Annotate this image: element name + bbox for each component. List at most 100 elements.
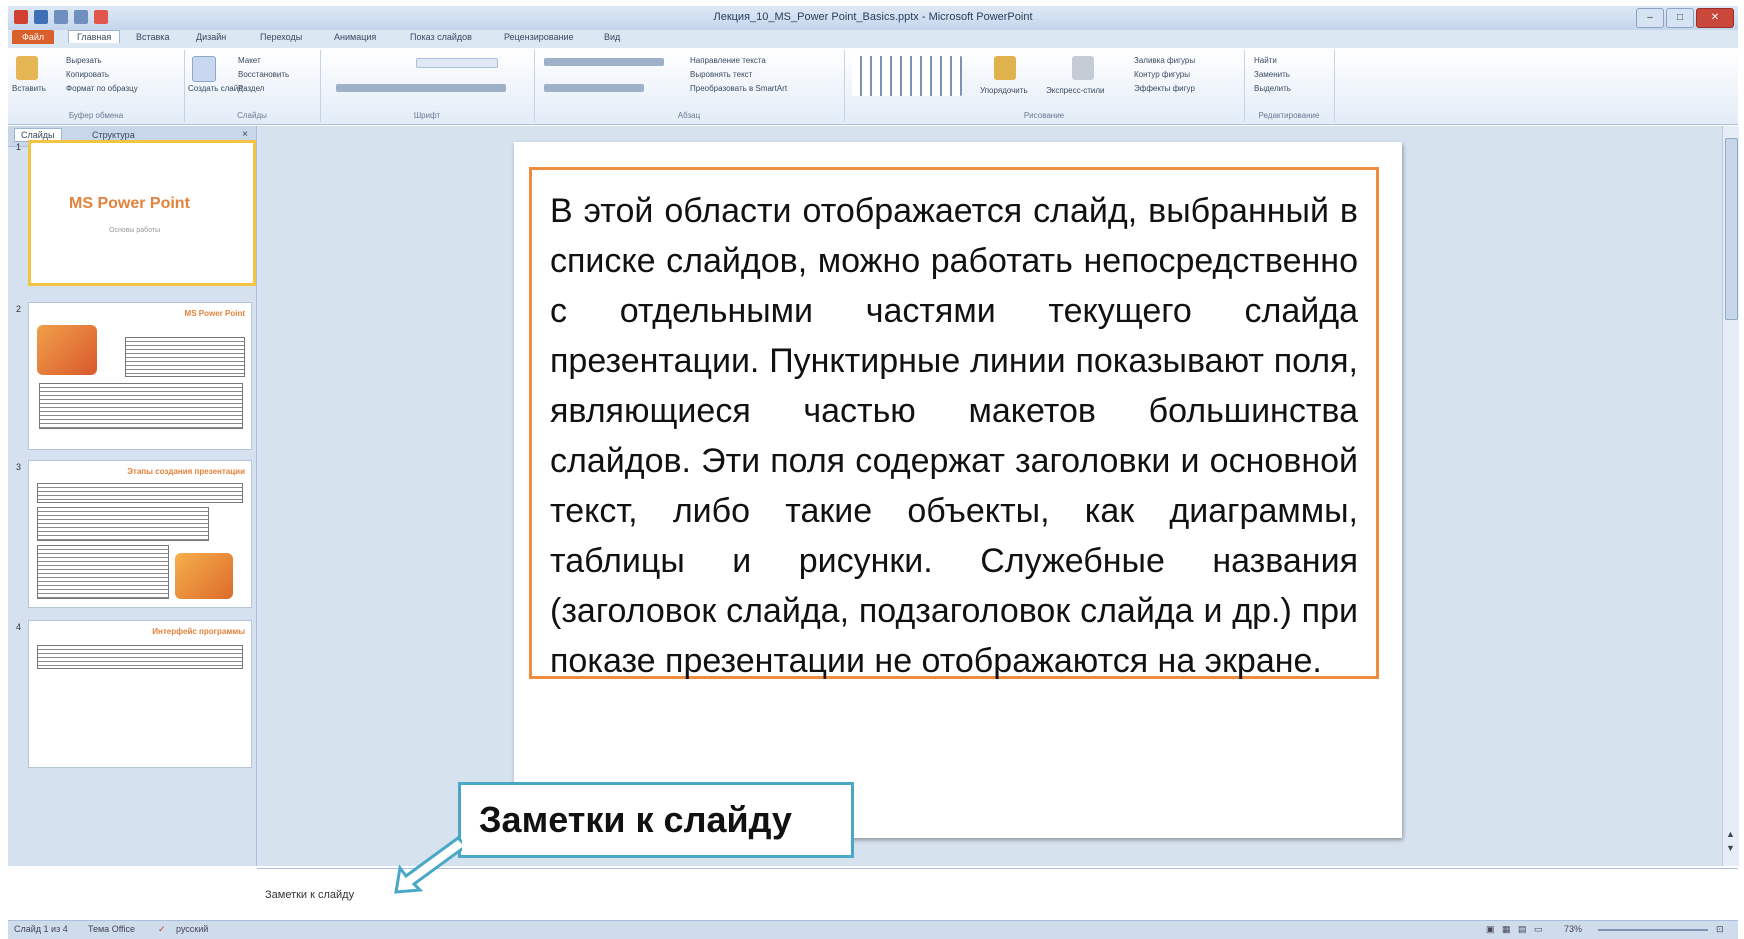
slide-text-placeholder[interactable]: В этой области отображается слайд, выбра… — [529, 167, 1379, 680]
paste-button[interactable]: Вставить — [12, 84, 46, 93]
tab-view[interactable]: Вид — [604, 32, 620, 42]
section-button[interactable]: Раздел — [238, 84, 264, 93]
slides-pane: Слайды Структура × 1 MS Power Point Осно… — [8, 126, 257, 866]
zoom-slider[interactable] — [1598, 929, 1708, 931]
new-slide-icon[interactable] — [192, 56, 216, 82]
copy-button[interactable]: Копировать — [66, 70, 109, 79]
arrange-button[interactable]: Упорядочить — [980, 86, 1028, 95]
language-label[interactable]: русский — [176, 924, 208, 934]
reset-button[interactable]: Восстановить — [238, 70, 289, 79]
slide-thumbnail-1[interactable]: MS Power Point Основы работы — [28, 140, 256, 286]
slide-counter: Слайд 1 из 4 — [14, 924, 68, 934]
callout-arrow-icon — [394, 836, 462, 894]
thumb-text-block — [37, 645, 243, 669]
view-slideshow-icon[interactable]: ▭ — [1534, 924, 1543, 935]
slide-editing-area[interactable]: В этой области отображается слайд, выбра… — [257, 126, 1722, 866]
maximize-button[interactable]: □ — [1666, 8, 1694, 28]
slide-thumbnail-4[interactable]: Интерфейс программы — [28, 620, 252, 768]
vertical-scrollbar[interactable]: ▲ ▼ — [1722, 126, 1739, 866]
window-title: Лекция_10_MS_Power Point_Basics.pptx - M… — [713, 11, 1033, 23]
zoom-level[interactable]: 73% — [1564, 924, 1582, 934]
tab-transitions[interactable]: Переходы — [260, 32, 302, 42]
thumb-text-block — [39, 383, 243, 429]
clipboard-group: Вставить Вырезать Копировать Формат по о… — [8, 50, 185, 122]
thumb-title: MS Power Point — [69, 195, 190, 212]
arrange-icon[interactable] — [994, 56, 1016, 80]
title-bar: Лекция_10_MS_Power Point_Basics.pptx - M… — [8, 6, 1738, 31]
slides-group-label: Слайды — [237, 111, 267, 120]
new-slide-button[interactable]: Создать слайд — [188, 84, 243, 93]
powerpoint-logo-icon — [175, 553, 233, 599]
drawing-group: Упорядочить Экспресс-стили Заливка фигур… — [844, 50, 1245, 122]
slide-number: 2 — [16, 304, 22, 314]
minimize-button[interactable]: – — [1636, 8, 1664, 28]
slide-number: 1 — [16, 142, 22, 152]
tab-design[interactable]: Дизайн — [196, 32, 226, 42]
shape-effects-button[interactable]: Эффекты фигур — [1134, 84, 1195, 93]
text-direction-button[interactable]: Направление текста — [690, 56, 766, 65]
status-bar: Слайд 1 из 4 Тема Office ✓ русский ▣ ▦ ▤… — [8, 920, 1738, 939]
smartart-button[interactable]: Преобразовать в SmartArt — [690, 84, 787, 93]
fit-window-icon[interactable]: ⊡ — [1716, 924, 1724, 935]
find-button[interactable]: Найти — [1254, 56, 1277, 65]
drawing-group-label: Рисование — [1023, 111, 1065, 120]
thumb-title: Этапы создания презентации — [127, 467, 245, 476]
thumb-subtitle: Основы работы — [109, 227, 161, 234]
thumb-text-block — [37, 507, 209, 541]
slide-number: 4 — [16, 622, 22, 632]
font-group: Шрифт — [320, 50, 535, 122]
paste-icon[interactable] — [16, 56, 38, 80]
tab-home[interactable]: Главная — [68, 30, 121, 43]
shapes-gallery[interactable] — [852, 56, 962, 96]
font-format-buttons[interactable] — [336, 84, 506, 92]
font-group-label: Шрифт — [413, 111, 441, 120]
notes-callout-label: Заметки к слайду — [458, 782, 854, 858]
format-painter-button[interactable]: Формат по образцу — [66, 84, 138, 93]
view-sorter-icon[interactable]: ▦ — [1502, 924, 1511, 935]
close-button[interactable]: ✕ — [1696, 8, 1734, 28]
tab-animations[interactable]: Анимация — [334, 32, 376, 42]
slide-number: 3 — [16, 462, 22, 472]
shape-fill-button[interactable]: Заливка фигуры — [1134, 56, 1195, 65]
notes-text[interactable]: Заметки к слайду — [265, 889, 354, 901]
paragraph-group-label: Абзац — [677, 111, 701, 120]
tab-file[interactable]: Файл — [12, 30, 55, 44]
cut-button[interactable]: Вырезать — [66, 56, 102, 65]
next-slide-icon[interactable]: ▼ — [1726, 844, 1735, 853]
align-buttons[interactable] — [544, 84, 644, 92]
align-text-button[interactable]: Выровнять текст — [690, 70, 752, 79]
font-size-select[interactable] — [416, 58, 498, 68]
view-reading-icon[interactable]: ▤ — [1518, 924, 1527, 935]
slide-thumbnail-2[interactable]: MS Power Point — [28, 302, 252, 450]
current-slide[interactable]: В этой области отображается слайд, выбра… — [514, 142, 1402, 838]
tab-review[interactable]: Рецензирование — [504, 32, 574, 42]
tab-insert[interactable]: Вставка — [136, 32, 169, 42]
editing-group: Найти Заменить Выделить Редактирование — [1244, 50, 1335, 122]
quick-styles-icon[interactable] — [1072, 56, 1094, 80]
view-normal-icon[interactable]: ▣ — [1486, 924, 1495, 935]
layout-button[interactable]: Макет — [238, 56, 261, 65]
quick-styles-button[interactable]: Экспресс-стили — [1046, 86, 1105, 95]
shape-outline-button[interactable]: Контур фигуры — [1134, 70, 1190, 79]
powerpoint-logo-icon — [37, 325, 97, 375]
paragraph-group: Направление текста Выровнять текст Преоб… — [534, 50, 845, 122]
slide-thumbnail-3[interactable]: Этапы создания презентации — [28, 460, 252, 608]
thumb-title: MS Power Point — [184, 309, 245, 318]
slides-group: Создать слайд Макет Восстановить Раздел … — [184, 50, 321, 122]
thumb-text-block — [37, 483, 243, 503]
editing-group-label: Редактирование — [1258, 111, 1320, 120]
scrollbar-thumb[interactable] — [1725, 138, 1738, 320]
thumb-title: Интерфейс программы — [152, 627, 245, 636]
pane-close-icon[interactable]: × — [242, 129, 248, 140]
notes-pane[interactable]: Заметки к слайду — [257, 868, 1738, 921]
tab-slideshow[interactable]: Показ слайдов — [410, 32, 472, 42]
replace-button[interactable]: Заменить — [1254, 70, 1290, 79]
thumb-text-block — [37, 545, 169, 599]
ribbon: Вставить Вырезать Копировать Формат по о… — [8, 48, 1738, 125]
select-button[interactable]: Выделить — [1254, 84, 1291, 93]
ribbon-tabs: Файл Главная Вставка Дизайн Переходы Ани… — [8, 30, 1738, 48]
clipboard-group-label: Буфер обмена — [68, 111, 124, 120]
spellcheck-icon[interactable]: ✓ — [158, 924, 166, 935]
list-buttons[interactable] — [544, 58, 664, 66]
previous-slide-icon[interactable]: ▲ — [1726, 830, 1735, 839]
